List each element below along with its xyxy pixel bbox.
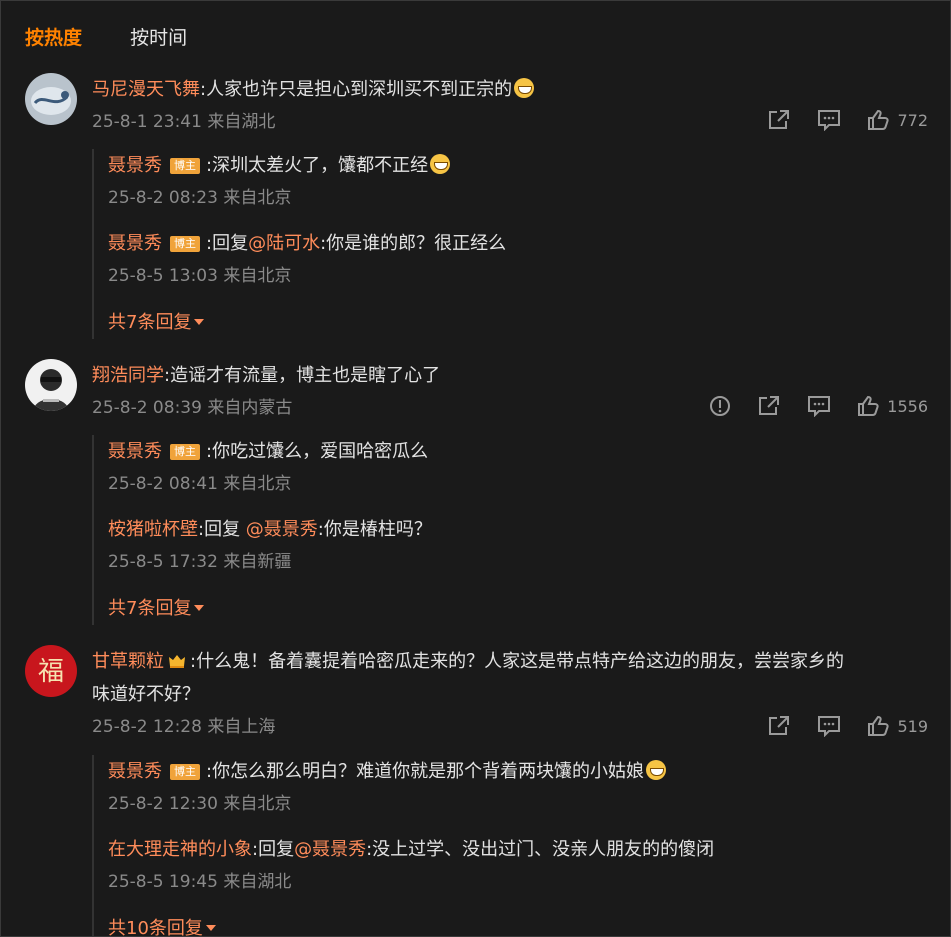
comment-text: 翔浩同学:造谣才有流量，博主也是瞎了心了 [92,359,928,392]
more-replies-link[interactable]: 共10条回复 [108,914,216,937]
comment-icon [817,715,841,737]
like-button[interactable]: 519 [867,715,928,737]
reply-meta: 25-8-2 08:41 来自北京 [108,474,292,494]
comment-content-cont: 味道好不好？ [92,684,200,705]
comment-username[interactable]: 甘草颗粒 [92,651,164,672]
more-replies-link[interactable]: 共7条回复 [108,308,205,334]
share-button[interactable] [767,109,791,131]
reply-username[interactable]: 聂景秀 [108,155,162,176]
comment-icon [817,109,841,131]
comment-content: :造谣才有流量，博主也是瞎了心了 [164,365,441,386]
chevron-down-icon [194,605,205,611]
report-icon [709,395,731,417]
like-icon [867,109,890,131]
share-icon [767,715,791,737]
like-icon [867,715,890,737]
avatar[interactable] [25,359,77,411]
tab-sort-by-hot[interactable]: 按热度 [25,27,82,49]
more-replies-label: 共7条回复 [108,312,192,333]
mention-link[interactable]: @聂景秀 [246,519,318,540]
reply-username[interactable]: 在大理走神的小象 [108,839,252,860]
more-replies-label: 共7条回复 [108,598,192,619]
comment-actions: 1556 [709,395,928,417]
author-badge: 博主 [170,236,200,252]
mention-link[interactable]: @陆可水 [248,233,320,254]
like-button[interactable]: 772 [867,109,928,131]
comment-content: :什么鬼！备着囊提着哈密瓜走来的？人家这是带点特产给这边的朋友，尝尝家乡的 [190,651,845,672]
crown-icon [169,655,185,668]
comment-username[interactable]: 翔浩同学 [92,365,164,386]
reply-item: 聂景秀 博主 :你吃过馕么，爱国哈密瓜么 25-8-2 08:41 来自北京 [108,435,928,501]
reply-item: 聂景秀 博主 :深圳太差火了，馕都不正经 25-8-2 08:23 来自北京 [108,149,928,215]
share-button[interactable] [757,395,781,417]
tab-sort-by-time[interactable]: 按时间 [130,27,187,49]
reply-meta: 25-8-2 12:30 来自北京 [108,794,292,814]
reply-content: :深圳太差火了，馕都不正经 [206,155,429,176]
reply-username[interactable]: 聂景秀 [108,761,162,782]
more-replies-link[interactable]: 共7条回复 [108,594,205,620]
reply-content: :你怎么那么明白？难道你就是那个背着两块馕的小姑娘 [206,761,645,782]
reply-prefix: :回复 [206,233,249,254]
like-icon [857,395,879,417]
reply-list: 聂景秀 博主 :你怎么那么明白？难道你就是那个背着两块馕的小姑娘 25-8-2 12… [92,755,928,937]
author-badge: 博主 [170,158,200,174]
comment-panel: 按热度 按时间 马尼漫天飞舞:人家也许只是担心到深圳买不到正宗的 25-8-1 … [0,0,951,937]
laugh-emoji-icon [430,154,451,174]
reply-item: 聂景秀 博主 :回复@陆可水:你是谁的郎？很正经么 25-8-5 13:03 来自北… [108,227,928,293]
laugh-emoji-icon [646,760,667,780]
reply-item: 在大理走神的小象:回复@聂景秀:没上过学、没出过门、没亲人朋友的的傻闭 25-8… [108,833,928,899]
comment-text: 马尼漫天飞舞:人家也许只是担心到深圳买不到正宗的 [92,73,928,106]
reply-list: 聂景秀 博主:深圳太差火了，馕都不正经 25-8-2 08:23 来自北京 聂景秀… [92,149,928,339]
reply-content: :你吃过馕么，爱国哈密瓜么 [206,441,429,462]
reply-prefix: :回复 [198,519,246,540]
reply-username[interactable]: 桉猪啦杯壁 [108,519,198,540]
avatar[interactable] [25,73,77,125]
share-button[interactable] [767,715,791,737]
reply-prefix: :回复 [252,839,295,860]
comment-content: :人家也许只是担心到深圳买不到正宗的 [200,79,513,100]
reply-username[interactable]: 聂景秀 [108,233,162,254]
report-button[interactable] [709,395,731,417]
avatar[interactable]: 福 [25,645,77,697]
like-count: 519 [897,716,928,736]
comment-username[interactable]: 马尼漫天飞舞 [92,79,200,100]
reply-meta: 25-8-5 17:32 来自新疆 [108,552,292,572]
reply-content: :你是谁的郎？很正经么 [320,233,507,254]
like-button[interactable]: 1556 [857,395,928,417]
reply-item: 桉猪啦杯壁:回复 @聂景秀:你是椿柱吗？ 25-8-5 17:32 来自新疆 [108,513,928,579]
author-badge: 博主 [170,764,200,780]
avatar-glyph: 福 [38,657,64,687]
chevron-down-icon [205,925,216,931]
sort-tabs: 按热度 按时间 [25,23,229,50]
reply-item: 聂景秀 博主 :你怎么那么明白？难道你就是那个背着两块馕的小姑娘 25-8-2 12… [108,755,928,821]
reply-content: :你是椿柱吗？ [317,519,432,540]
comment-button[interactable] [817,109,841,131]
reply-meta: 25-8-2 08:23 来自北京 [108,188,292,208]
like-count: 1556 [887,396,928,416]
comment-button[interactable] [817,715,841,737]
comment-actions: 519 [767,715,928,737]
mention-link[interactable]: @聂景秀 [294,839,366,860]
comment-text: 甘草颗粒 :什么鬼！备着囊提着哈密瓜走来的？人家这是带点特产给这边的朋友，尝尝家乡… [92,645,928,711]
author-badge: 博主 [170,444,200,460]
more-replies-label: 共10条回复 [108,918,203,937]
reply-content: :没上过学、没出过门、没亲人朋友的的傻闭 [366,839,715,860]
comment-button[interactable] [807,395,831,417]
share-icon [767,109,791,131]
reply-username[interactable]: 聂景秀 [108,441,162,462]
reply-meta: 25-8-5 13:03 来自北京 [108,266,292,286]
reply-list: 聂景秀 博主 :你吃过馕么，爱国哈密瓜么 25-8-2 08:41 来自北京 桉猪啦… [92,435,928,625]
comment-icon [807,395,831,417]
like-count: 772 [897,110,928,130]
reply-meta: 25-8-5 19:45 来自湖北 [108,872,292,892]
chevron-down-icon [194,319,205,325]
share-icon [757,395,781,417]
grin-emoji-icon [514,78,535,98]
comment-actions: 772 [767,109,928,131]
